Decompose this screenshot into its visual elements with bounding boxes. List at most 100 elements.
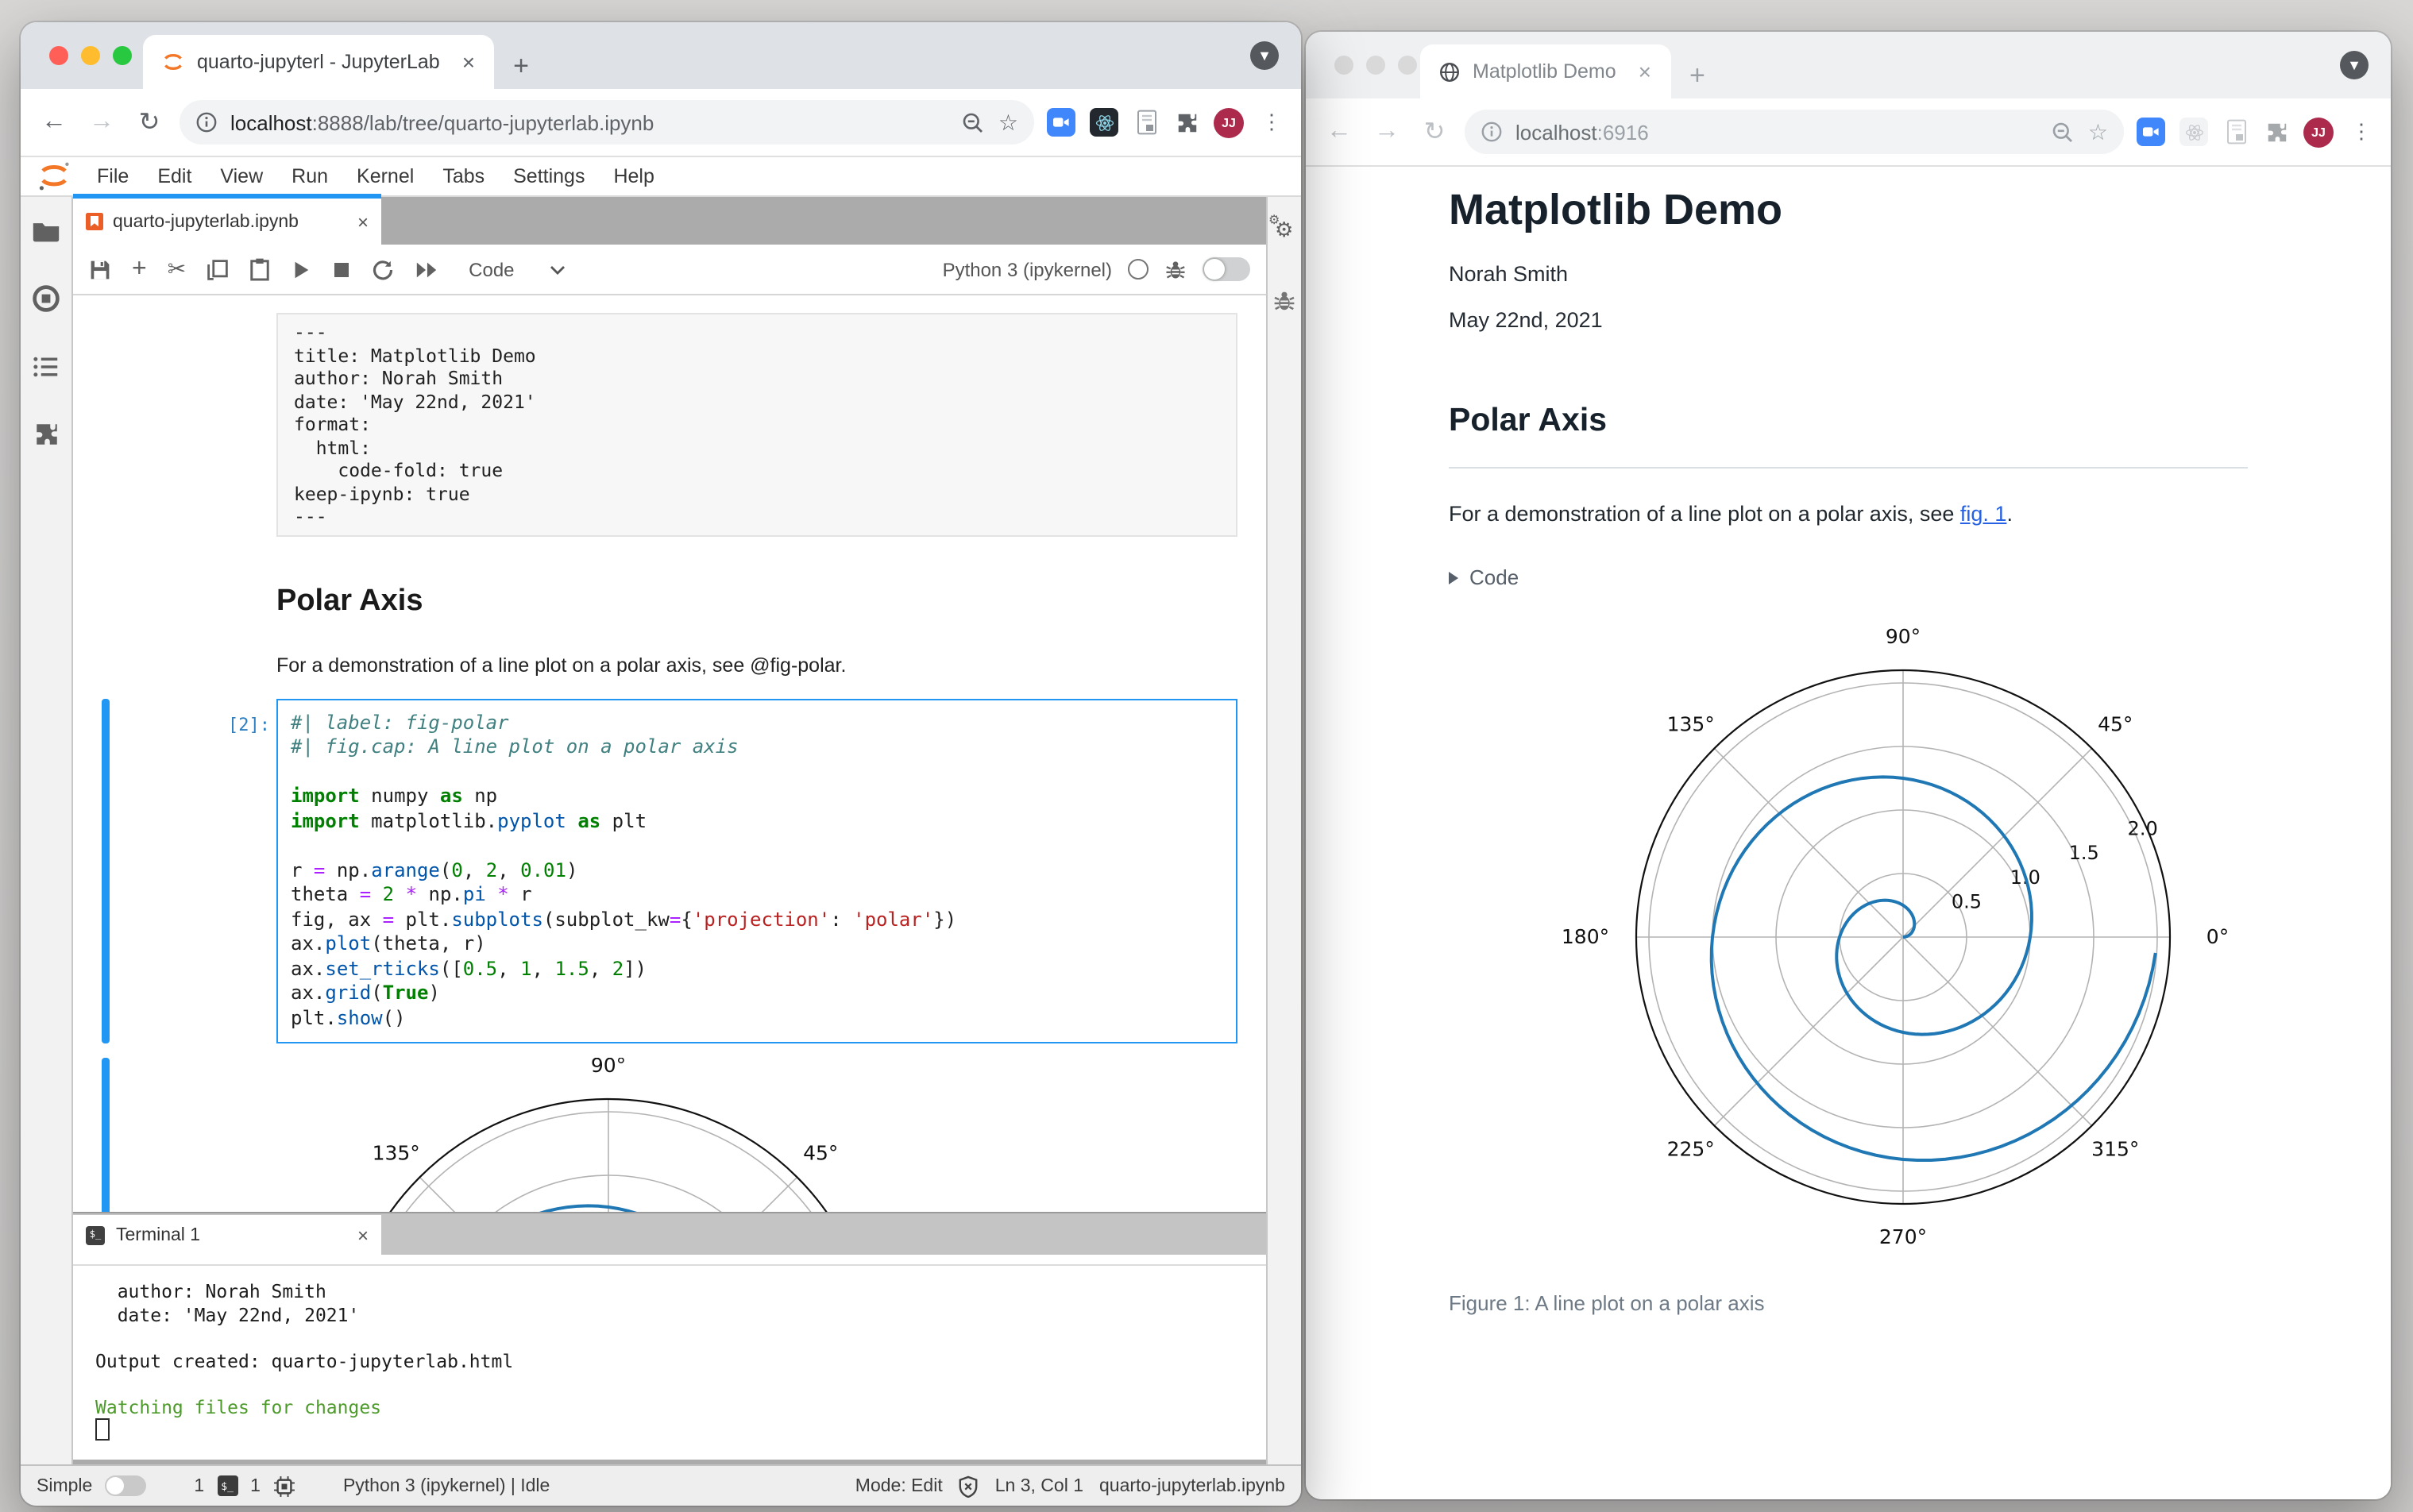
paste-cells-button[interactable] xyxy=(249,257,270,281)
bookmark-star-icon[interactable]: ☆ xyxy=(2088,118,2108,145)
react-devtools-icon[interactable] xyxy=(1090,108,1118,137)
forward-button[interactable]: → xyxy=(1369,118,1404,146)
tab-search-chevron-icon[interactable]: ▼ xyxy=(2340,51,2369,79)
url-text[interactable]: localhost:8888/lab/tree/quarto-jupyterla… xyxy=(230,110,949,134)
react-devtools-icon[interactable] xyxy=(2179,118,2208,146)
code-line[interactable]: r = np.arange(0, 2, 0.01) xyxy=(291,858,1223,883)
close-notebook-tab-icon[interactable]: × xyxy=(357,210,369,233)
zoom-window-button[interactable] xyxy=(1398,56,1417,75)
menu-help[interactable]: Help xyxy=(600,165,666,187)
terminal-tab[interactable]: $_ Terminal 1 × xyxy=(73,1215,381,1255)
code-line[interactable]: import matplotlib.pyplot as plt xyxy=(291,809,1223,834)
code-line[interactable]: #| fig.cap: A line plot on a polar axis xyxy=(291,735,1223,760)
kernel-chip-icon[interactable] xyxy=(273,1475,295,1497)
cell-type-select[interactable]: Code xyxy=(469,258,565,280)
trust-shield-icon[interactable] xyxy=(959,1475,979,1497)
zoom-extension-icon[interactable] xyxy=(2137,118,2165,146)
toolbar-toggle[interactable] xyxy=(1203,257,1250,281)
terminal-output[interactable]: author: Norah Smith date: 'May 22nd, 202… xyxy=(73,1266,1266,1460)
property-inspector-icon[interactable]: ⚙ ⚙ xyxy=(1268,213,1297,245)
code-cell-editor[interactable]: #| label: fig-polar #| fig.cap: A line pl… xyxy=(276,698,1237,1043)
add-cell-button[interactable]: + xyxy=(132,255,147,284)
left-browser-tab[interactable]: quarto-jupyterl - JupyterLab × xyxy=(143,35,495,89)
save-button[interactable] xyxy=(89,258,111,280)
debugger-sidebar-icon[interactable] xyxy=(1272,289,1296,313)
reload-button[interactable]: ↻ xyxy=(132,106,167,138)
profile-avatar[interactable]: JJ xyxy=(1214,107,1244,137)
menu-tabs[interactable]: Tabs xyxy=(430,165,497,187)
new-tab-button[interactable]: + xyxy=(1689,62,1705,89)
terminal-status-icon[interactable]: $_ xyxy=(217,1475,238,1496)
back-button[interactable]: ← xyxy=(1322,118,1357,146)
file-browser-icon[interactable] xyxy=(32,219,60,243)
menu-view[interactable]: View xyxy=(207,165,276,187)
document-extension-icon[interactable] xyxy=(1133,108,1161,137)
output-collapser[interactable] xyxy=(102,1058,110,1212)
url-text[interactable]: localhost:6916 xyxy=(1515,120,2039,144)
markdown-paragraph[interactable]: For a demonstration of a line plot on a … xyxy=(276,654,1237,676)
kernel-name-button[interactable]: Python 3 (ipykernel) xyxy=(943,258,1112,280)
raw-yaml-cell[interactable]: --- title: Matplotlib Demo author: Norah… xyxy=(276,313,1237,536)
code-line[interactable]: ax.plot(theta, r) xyxy=(291,932,1223,957)
table-of-contents-icon[interactable] xyxy=(32,354,60,380)
close-terminal-tab-icon[interactable]: × xyxy=(357,1224,369,1246)
menu-kernel[interactable]: Kernel xyxy=(344,165,427,187)
document-extension-icon[interactable] xyxy=(2222,118,2251,146)
info-icon[interactable] xyxy=(1481,121,1503,143)
menu-edit[interactable]: Edit xyxy=(145,165,204,187)
run-cell-button[interactable] xyxy=(291,258,311,280)
traffic-lights[interactable] xyxy=(49,46,132,65)
status-filename[interactable]: quarto-jupyterlab.ipynb xyxy=(1099,1476,1285,1495)
code-fold-toggle[interactable]: Code xyxy=(1449,565,2248,589)
notebook-content[interactable]: --- title: Matplotlib Demo author: Norah… xyxy=(73,295,1266,1212)
code-line[interactable]: #| label: fig-polar xyxy=(291,711,1223,735)
close-tab-icon[interactable]: × xyxy=(459,51,478,73)
close-tab-icon[interactable]: × xyxy=(1635,60,1654,83)
running-sessions-icon[interactable] xyxy=(32,284,60,313)
menu-run[interactable]: Run xyxy=(279,165,341,187)
simple-mode-toggle[interactable] xyxy=(105,1475,147,1496)
menu-file[interactable]: File xyxy=(84,165,141,187)
kernel-status-icon[interactable] xyxy=(1128,259,1149,280)
cell-gutter[interactable] xyxy=(73,698,175,1043)
code-line[interactable]: ax.set_rticks([0.5, 1, 1.5, 2]) xyxy=(291,957,1223,982)
bookmark-star-icon[interactable]: ☆ xyxy=(998,109,1018,136)
zoom-out-page-icon[interactable] xyxy=(962,110,986,134)
cell-collapser[interactable] xyxy=(102,698,110,1043)
code-line[interactable]: import numpy as np xyxy=(291,785,1223,809)
chrome-menu-icon[interactable]: ⋮ xyxy=(1258,110,1285,135)
code-line[interactable] xyxy=(291,834,1223,858)
kernel-count[interactable]: 1 xyxy=(250,1476,261,1495)
traffic-lights-inactive[interactable] xyxy=(1334,56,1417,75)
output-gutter[interactable] xyxy=(73,1058,175,1212)
code-line[interactable]: theta = 2 * np.pi * r xyxy=(291,883,1223,908)
restart-run-all-button[interactable] xyxy=(415,260,438,279)
close-window-button[interactable] xyxy=(49,46,68,65)
new-tab-button[interactable]: + xyxy=(513,52,529,79)
info-icon[interactable] xyxy=(195,111,218,133)
zoom-window-button[interactable] xyxy=(113,46,132,65)
code-line[interactable]: fig, ax = plt.subplots(subplot_kw={'proj… xyxy=(291,908,1223,932)
notebook-tab[interactable]: quarto-jupyterlab.ipynb × xyxy=(73,194,381,245)
code-line[interactable]: ax.grid(True) xyxy=(291,982,1223,1006)
mode-indicator[interactable]: Mode: Edit xyxy=(855,1476,943,1495)
zoom-out-page-icon[interactable] xyxy=(2052,120,2075,144)
code-line[interactable]: plt.show() xyxy=(291,1006,1223,1031)
minimize-window-button[interactable] xyxy=(81,46,100,65)
copy-cells-button[interactable] xyxy=(207,258,229,280)
extension-manager-icon[interactable] xyxy=(33,421,60,448)
zoom-extension-icon[interactable] xyxy=(1047,108,1075,137)
terminal-count[interactable]: 1 xyxy=(194,1476,204,1495)
quarto-document[interactable]: Matplotlib Demo Norah Smith May 22nd, 20… xyxy=(1306,167,2391,1499)
right-browser-tab[interactable]: Matplotlib Demo × xyxy=(1420,44,1671,98)
kernel-status-text[interactable]: Python 3 (ipykernel) | Idle xyxy=(343,1476,550,1495)
puzzle-extensions-icon[interactable] xyxy=(2265,120,2289,144)
markdown-heading[interactable]: Polar Axis xyxy=(276,584,1237,619)
cursor-position[interactable]: Ln 3, Col 1 xyxy=(995,1476,1083,1495)
tab-search-chevron-icon[interactable]: ▼ xyxy=(1250,41,1279,70)
forward-button[interactable]: → xyxy=(84,108,119,137)
back-button[interactable]: ← xyxy=(37,108,71,137)
puzzle-extensions-icon[interactable] xyxy=(1176,110,1199,134)
menu-settings[interactable]: Settings xyxy=(500,165,597,187)
address-bar[interactable]: localhost:6916 ☆ xyxy=(1465,110,2124,154)
